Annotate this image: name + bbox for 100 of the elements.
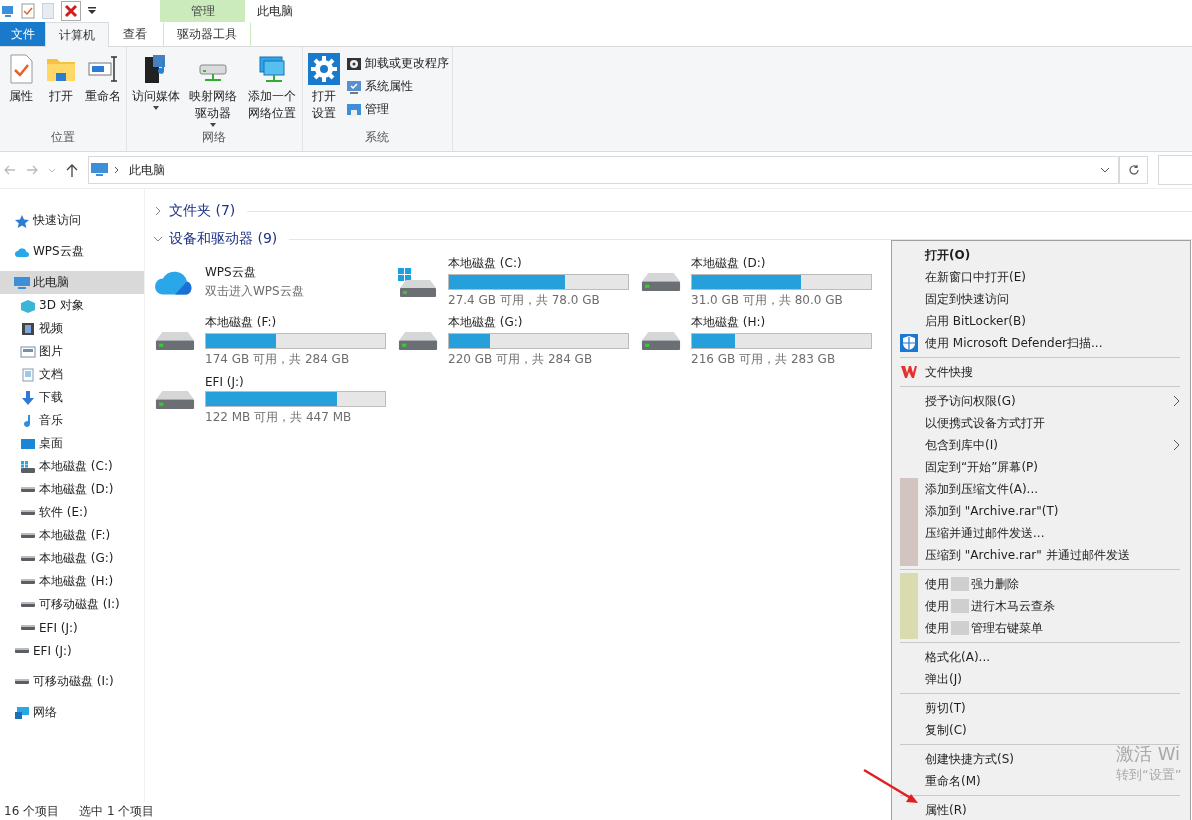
sidebar-item[interactable]: 视频 xyxy=(0,317,144,340)
uninstall-icon xyxy=(345,55,362,72)
menu-item[interactable]: 使用 管理右键菜单 xyxy=(925,619,1043,637)
drive-name[interactable]: 本地磁盘 (F:) xyxy=(205,314,386,331)
ribbon-button[interactable]: 映射网络驱动器 xyxy=(185,51,242,129)
sidebar-item[interactable]: 可移动磁盘 (I:) xyxy=(0,593,144,616)
drive-caption: 31.0 GB 可用，共 80.0 GB xyxy=(691,292,844,309)
menu-item[interactable]: 授予访问权限(G) xyxy=(925,392,1016,410)
sidebar-item[interactable]: 下载 xyxy=(0,386,144,409)
menu-item[interactable]: 以便携式设备方式打开 xyxy=(925,414,1045,432)
computer-icon[interactable] xyxy=(2,4,14,18)
sidebar-item[interactable]: 图片 xyxy=(0,340,144,363)
sidebar-item[interactable]: 文档 xyxy=(0,363,144,386)
drive-name[interactable]: EFI (J:) xyxy=(205,374,386,389)
menu-item[interactable]: 属性(R) xyxy=(925,801,967,819)
blurred-icon xyxy=(899,573,918,595)
menu-item[interactable]: 使用 进行木马云查杀 xyxy=(925,597,1055,615)
caret-icon xyxy=(153,106,159,110)
ribbon-button[interactable]: 属性 xyxy=(2,51,40,129)
blurred-text xyxy=(951,621,969,635)
ribbon-small-button[interactable]: 管理 xyxy=(344,99,450,120)
drive-icon xyxy=(639,273,683,291)
menu-item[interactable]: 使用 Microsoft Defender扫描... xyxy=(925,334,1103,352)
menu-item[interactable]: 包含到库中(I) xyxy=(925,436,998,454)
customize-caret-icon[interactable] xyxy=(88,7,96,15)
network-icon xyxy=(14,705,30,720)
refresh-icon[interactable] xyxy=(1127,164,1140,176)
sidebar-item[interactable]: 本地磁盘 (H:) xyxy=(0,570,144,593)
chevron-right-icon[interactable] xyxy=(1173,439,1180,451)
drive-caption: 122 MB 可用，共 447 MB xyxy=(205,408,353,426)
menu-item[interactable]: 添加到压缩文件(A)... xyxy=(925,480,1038,498)
sidebar-item[interactable]: 桌面 xyxy=(0,432,144,455)
properties-icon[interactable] xyxy=(21,3,35,19)
delete-icon[interactable] xyxy=(61,1,81,21)
picture-icon xyxy=(20,344,36,359)
up-icon[interactable] xyxy=(66,163,78,177)
drive-icon xyxy=(153,332,197,350)
ribbon-button[interactable]: 打开设置 xyxy=(304,51,343,129)
sidebar-item[interactable]: EFI (J:) xyxy=(0,639,144,662)
menu-item[interactable]: 文件快搜 xyxy=(925,363,973,381)
drive-name[interactable]: 本地磁盘 (C:) xyxy=(448,255,629,272)
ribbon-tab[interactable]: 文件 xyxy=(0,22,45,46)
ribbon-button[interactable]: 添加一个网络位置 xyxy=(243,51,300,129)
menu-item[interactable]: 启用 BitLocker(B) xyxy=(925,312,1026,330)
ribbon-tab[interactable]: 计算机 xyxy=(45,22,109,47)
sidebar-item[interactable]: 网络 xyxy=(0,701,144,724)
menu-item[interactable]: 打开(O) xyxy=(925,246,971,264)
drive-name[interactable]: 本地磁盘 (G:) xyxy=(448,314,629,331)
menu-item[interactable]: 弹出(J) xyxy=(925,670,962,688)
sidebar-item[interactable]: WPS云盘 xyxy=(0,240,144,263)
sidebar-item[interactable]: 软件 (E:) xyxy=(0,501,144,524)
refresh-button[interactable] xyxy=(1119,156,1148,184)
chevron-right-icon[interactable] xyxy=(1173,395,1180,407)
sidebar-item[interactable]: 可移动磁盘 (I:) xyxy=(0,670,144,693)
ribbon-small-button[interactable]: 系统属性 xyxy=(344,76,450,97)
drive-name[interactable]: 本地磁盘 (D:) xyxy=(691,255,872,272)
menu-item[interactable]: 添加到 "Archive.rar"(T) xyxy=(925,502,1059,520)
sidebar-item[interactable]: 音乐 xyxy=(0,409,144,432)
drive-icon xyxy=(153,391,197,409)
shield-icon xyxy=(899,334,918,352)
window-title: 此电脑 xyxy=(257,2,293,20)
settings-icon xyxy=(307,53,340,85)
chevron-right-icon xyxy=(114,166,119,174)
menu-item[interactable]: 在新窗口中打开(E) xyxy=(925,268,1026,286)
search-field[interactable] xyxy=(1158,155,1192,185)
sidebar-item[interactable]: 本地磁盘 (D:) xyxy=(0,478,144,501)
menu-item[interactable]: 重命名(M) xyxy=(925,772,981,790)
menu-item[interactable]: 复制(C) xyxy=(925,721,967,739)
drive-icon xyxy=(20,555,36,562)
menu-item[interactable]: 压缩到 "Archive.rar" 并通过邮件发送 xyxy=(925,546,1130,564)
ribbon-small-button[interactable]: 卸载或更改程序 xyxy=(344,53,450,74)
menu-item[interactable]: 压缩并通过邮件发送... xyxy=(925,524,1045,542)
menu-item[interactable]: 创建快捷方式(S) xyxy=(925,750,1014,768)
menu-item[interactable]: 剪切(T) xyxy=(925,699,966,717)
sidebar-item[interactable]: 3D 对象 xyxy=(0,294,144,317)
ribbon-tab[interactable]: 驱动器工具 xyxy=(163,22,251,46)
chevron-down-icon xyxy=(153,234,163,244)
manage-icon xyxy=(345,101,362,118)
sidebar-item[interactable]: 本地磁盘 (C:) xyxy=(0,455,144,478)
menu-item[interactable]: 固定到快速访问 xyxy=(925,290,1009,308)
drive-icon xyxy=(396,332,440,350)
ribbon-tab[interactable]: 查看 xyxy=(109,22,161,46)
ribbon-button[interactable]: 打开 xyxy=(42,51,80,129)
menu-item[interactable]: 格式化(A)... xyxy=(925,648,990,666)
ribbon-button[interactable]: 访问媒体 xyxy=(129,51,183,129)
sidebar-item[interactable]: 本地磁盘 (F:) xyxy=(0,524,144,547)
section-header[interactable]: 文件夹 (7) xyxy=(153,197,1192,225)
ribbon-button[interactable]: 重命名 xyxy=(82,51,124,129)
sidebar-item[interactable]: EFI (J:) xyxy=(0,616,144,639)
address-bar[interactable]: 此电脑 xyxy=(88,156,1119,184)
sidebar-item[interactable]: 快速访问 xyxy=(0,209,144,232)
drive-name[interactable]: 本地磁盘 (H:) xyxy=(691,314,872,331)
sidebar-item[interactable]: 本地磁盘 (G:) xyxy=(0,547,144,570)
sidebar-item[interactable]: 此电脑 xyxy=(0,271,144,294)
computer-icon xyxy=(91,163,108,177)
drive-icon xyxy=(20,624,36,631)
menu-item[interactable]: 使用 强力删除 xyxy=(925,575,1019,593)
drive-name[interactable]: WPS云盘 xyxy=(205,264,386,281)
menu-item[interactable]: 固定到“开始”屏幕(P) xyxy=(925,458,1039,476)
document-icon xyxy=(20,367,36,382)
